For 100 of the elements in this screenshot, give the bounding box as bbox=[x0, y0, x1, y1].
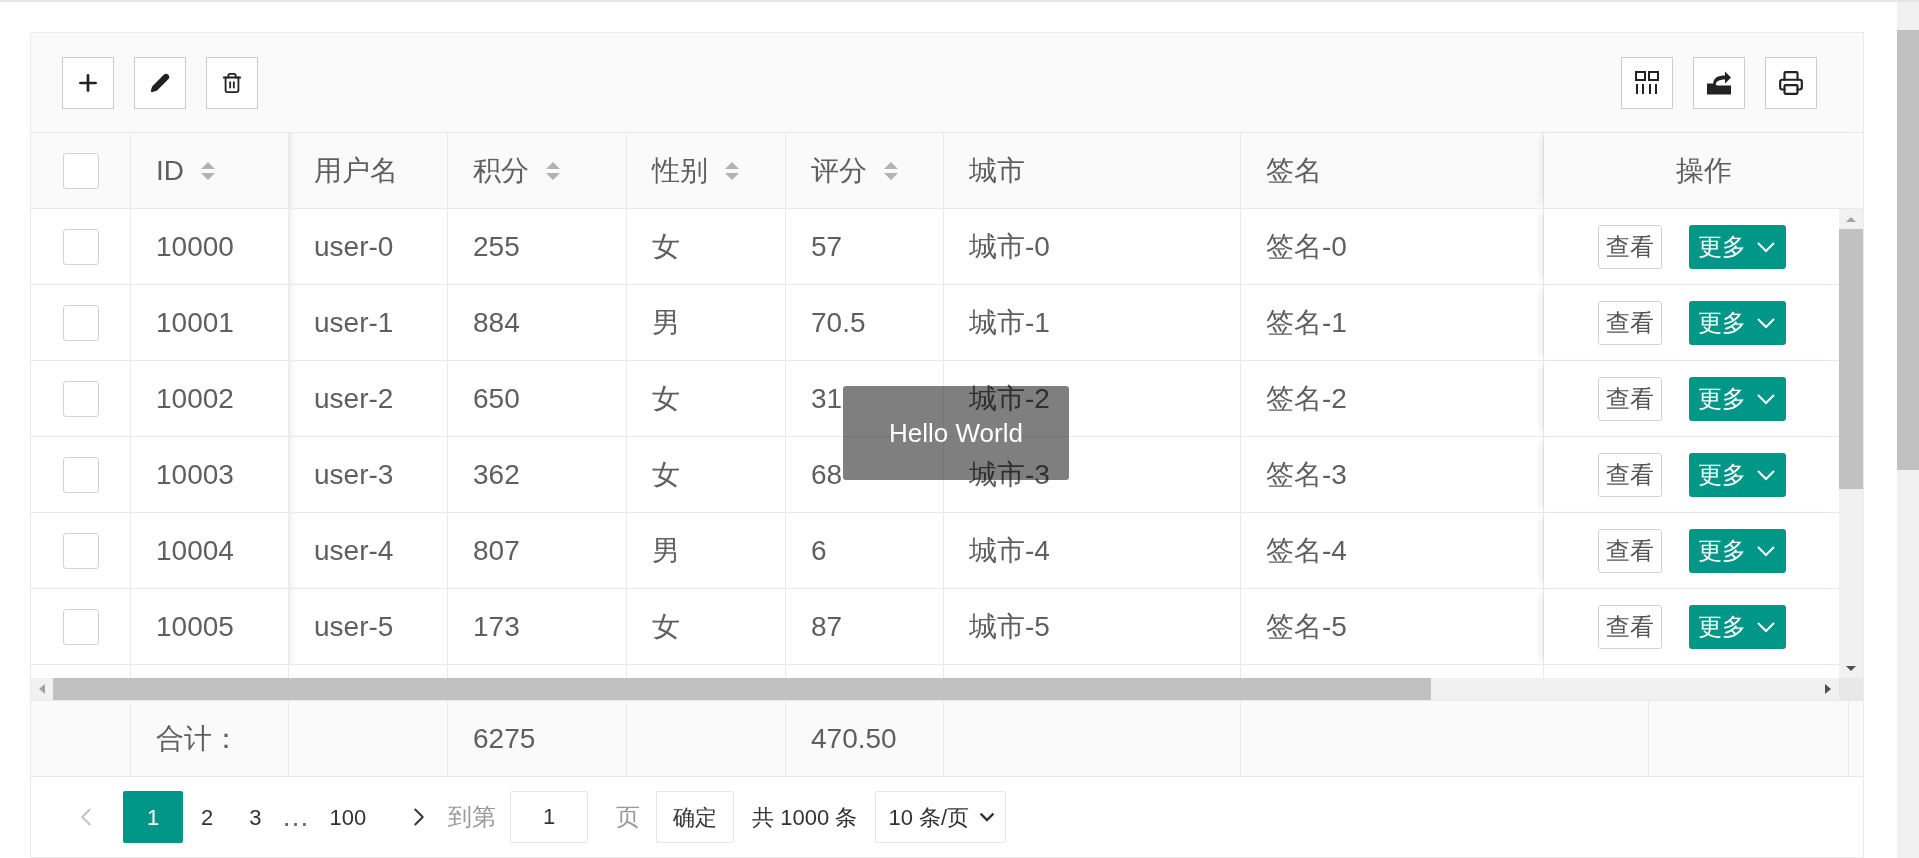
page-input[interactable]: 1 bbox=[510, 791, 589, 843]
table-cell-text: 255 bbox=[473, 229, 520, 264]
checkbox[interactable] bbox=[62, 304, 99, 341]
table-cell-text: 城市-0 bbox=[969, 229, 1050, 264]
page-button[interactable]: 100 bbox=[311, 791, 385, 843]
chevron-down-icon bbox=[1755, 620, 1776, 633]
column-header: 评分 bbox=[811, 153, 867, 188]
scroll-up-icon[interactable] bbox=[1846, 216, 1856, 222]
table-cell-text: 884 bbox=[473, 305, 520, 340]
sort-icon[interactable] bbox=[883, 160, 899, 181]
add-button[interactable] bbox=[62, 56, 114, 109]
checkbox[interactable] bbox=[62, 380, 99, 417]
table-cell-text: user-1 bbox=[314, 305, 394, 340]
table-cell-text: 6 bbox=[811, 533, 827, 568]
view-button[interactable]: 查看 bbox=[1597, 604, 1662, 649]
print-button[interactable] bbox=[1765, 56, 1817, 109]
vertical-scrollbar[interactable] bbox=[1839, 209, 1863, 678]
column-header: ID bbox=[156, 153, 184, 188]
table-cell-text: 10001 bbox=[156, 305, 234, 340]
export-button[interactable] bbox=[1693, 56, 1745, 109]
table-row[interactable]: 10001 user-1 884 男 70.5 城市-1 签名-1 查看 更多 bbox=[31, 285, 1839, 361]
table-cell-text: 10002 bbox=[156, 381, 234, 416]
table-cell-text: user-2 bbox=[314, 381, 394, 416]
table-cell-text: 70.5 bbox=[811, 305, 866, 340]
view-button[interactable]: 查看 bbox=[1597, 224, 1662, 269]
trash-icon bbox=[221, 71, 243, 94]
table-cell-text: 签名-5 bbox=[1266, 609, 1347, 644]
table-cell-text: 签名-4 bbox=[1266, 533, 1347, 568]
columns-button[interactable] bbox=[1621, 56, 1673, 109]
column-header: 操作 bbox=[1675, 153, 1732, 188]
columns-icon bbox=[1635, 70, 1659, 95]
chevron-down-icon bbox=[1755, 240, 1776, 253]
checkbox[interactable] bbox=[62, 152, 99, 189]
table-cell-text: 87 bbox=[811, 609, 843, 644]
column-header: 城市 bbox=[969, 153, 1025, 188]
table-cell-text: 女 bbox=[652, 381, 680, 416]
table-cell-text: 68 bbox=[811, 457, 843, 492]
table-cell-text: 10005 bbox=[156, 609, 234, 644]
page-button[interactable]: 2 bbox=[183, 791, 232, 843]
table-cell-text: 女 bbox=[652, 609, 680, 644]
more-button[interactable]: 更多 bbox=[1688, 300, 1786, 345]
sort-icon[interactable] bbox=[545, 160, 561, 181]
scroll-left-icon[interactable] bbox=[39, 684, 45, 694]
table-row[interactable]: 10004 user-4 807 男 6 城市-4 签名-4 查看 更多 bbox=[31, 513, 1839, 589]
folder-arrow-icon bbox=[1706, 70, 1732, 95]
table-cell-text: 城市-1 bbox=[969, 305, 1050, 340]
view-button[interactable]: 查看 bbox=[1597, 376, 1662, 421]
page-size-select[interactable]: 10 条/页 bbox=[875, 791, 1007, 843]
table-cell-text: 城市-4 bbox=[969, 533, 1050, 568]
more-button[interactable]: 更多 bbox=[1688, 528, 1786, 573]
confirm-button[interactable]: 确定 bbox=[656, 791, 735, 843]
edit-button[interactable] bbox=[134, 56, 186, 109]
column-header: 签名 bbox=[1266, 153, 1322, 188]
table-cell-text: user-4 bbox=[314, 533, 394, 568]
goto-label: 到第 bbox=[448, 802, 497, 832]
total-cell-text: 6275 bbox=[473, 721, 536, 756]
chevron-down-icon bbox=[1755, 468, 1776, 481]
table-cell-text: 签名-1 bbox=[1266, 305, 1347, 340]
column-header: 性别 bbox=[652, 153, 708, 188]
chevron-down-icon bbox=[1755, 316, 1776, 329]
table-cell-text: 女 bbox=[652, 457, 680, 492]
checkbox[interactable] bbox=[62, 456, 99, 493]
column-header: 用户名 bbox=[314, 153, 398, 188]
horizontal-scrollbar[interactable] bbox=[31, 678, 1839, 700]
chevron-down-icon bbox=[1755, 544, 1776, 557]
scroll-down-icon[interactable] bbox=[1846, 665, 1856, 671]
checkbox[interactable] bbox=[62, 228, 99, 265]
scroll-right-icon[interactable] bbox=[1825, 684, 1831, 694]
sort-icon[interactable] bbox=[724, 160, 740, 181]
table-cell-text: user-5 bbox=[314, 609, 394, 644]
table-cell-text: 城市-5 bbox=[969, 609, 1050, 644]
page-suffix: 页 bbox=[616, 802, 641, 832]
pencil-icon bbox=[150, 72, 170, 93]
view-button[interactable]: 查看 bbox=[1597, 528, 1662, 573]
table-cell-text: 650 bbox=[473, 381, 520, 416]
checkbox[interactable] bbox=[62, 532, 99, 569]
page-button[interactable]: 1 bbox=[123, 791, 183, 843]
table-row[interactable]: 10005 user-5 173 女 87 城市-5 签名-5 查看 更多 bbox=[31, 589, 1839, 665]
chevron-down-icon bbox=[979, 812, 996, 822]
pagination-ellipsis: … bbox=[280, 800, 311, 834]
page-scrollbar[interactable] bbox=[1897, 2, 1919, 858]
more-button[interactable]: 更多 bbox=[1688, 376, 1786, 421]
more-button[interactable]: 更多 bbox=[1688, 224, 1786, 269]
checkbox[interactable] bbox=[62, 608, 99, 645]
table-cell-text: 807 bbox=[473, 533, 520, 568]
sort-icon[interactable] bbox=[200, 160, 216, 181]
table-cell-text: 362 bbox=[473, 457, 520, 492]
table-row[interactable]: 10000 user-0 255 女 57 城市-0 签名-0 查看 更多 bbox=[31, 209, 1839, 285]
delete-button[interactable] bbox=[206, 56, 258, 109]
view-button[interactable]: 查看 bbox=[1597, 452, 1662, 497]
table-cell-text: 男 bbox=[652, 533, 680, 568]
table-cell-text: 10000 bbox=[156, 229, 234, 264]
more-button[interactable]: 更多 bbox=[1688, 604, 1786, 649]
table-cell-text: 城市-2 bbox=[969, 381, 1050, 416]
table-cell-text: 173 bbox=[473, 609, 520, 644]
view-button[interactable]: 查看 bbox=[1597, 300, 1662, 345]
more-button[interactable]: 更多 bbox=[1688, 452, 1786, 497]
table-cell-text: 签名-0 bbox=[1266, 229, 1347, 264]
table-cell-text: 10003 bbox=[156, 457, 234, 492]
page-button[interactable]: 3 bbox=[231, 791, 280, 843]
